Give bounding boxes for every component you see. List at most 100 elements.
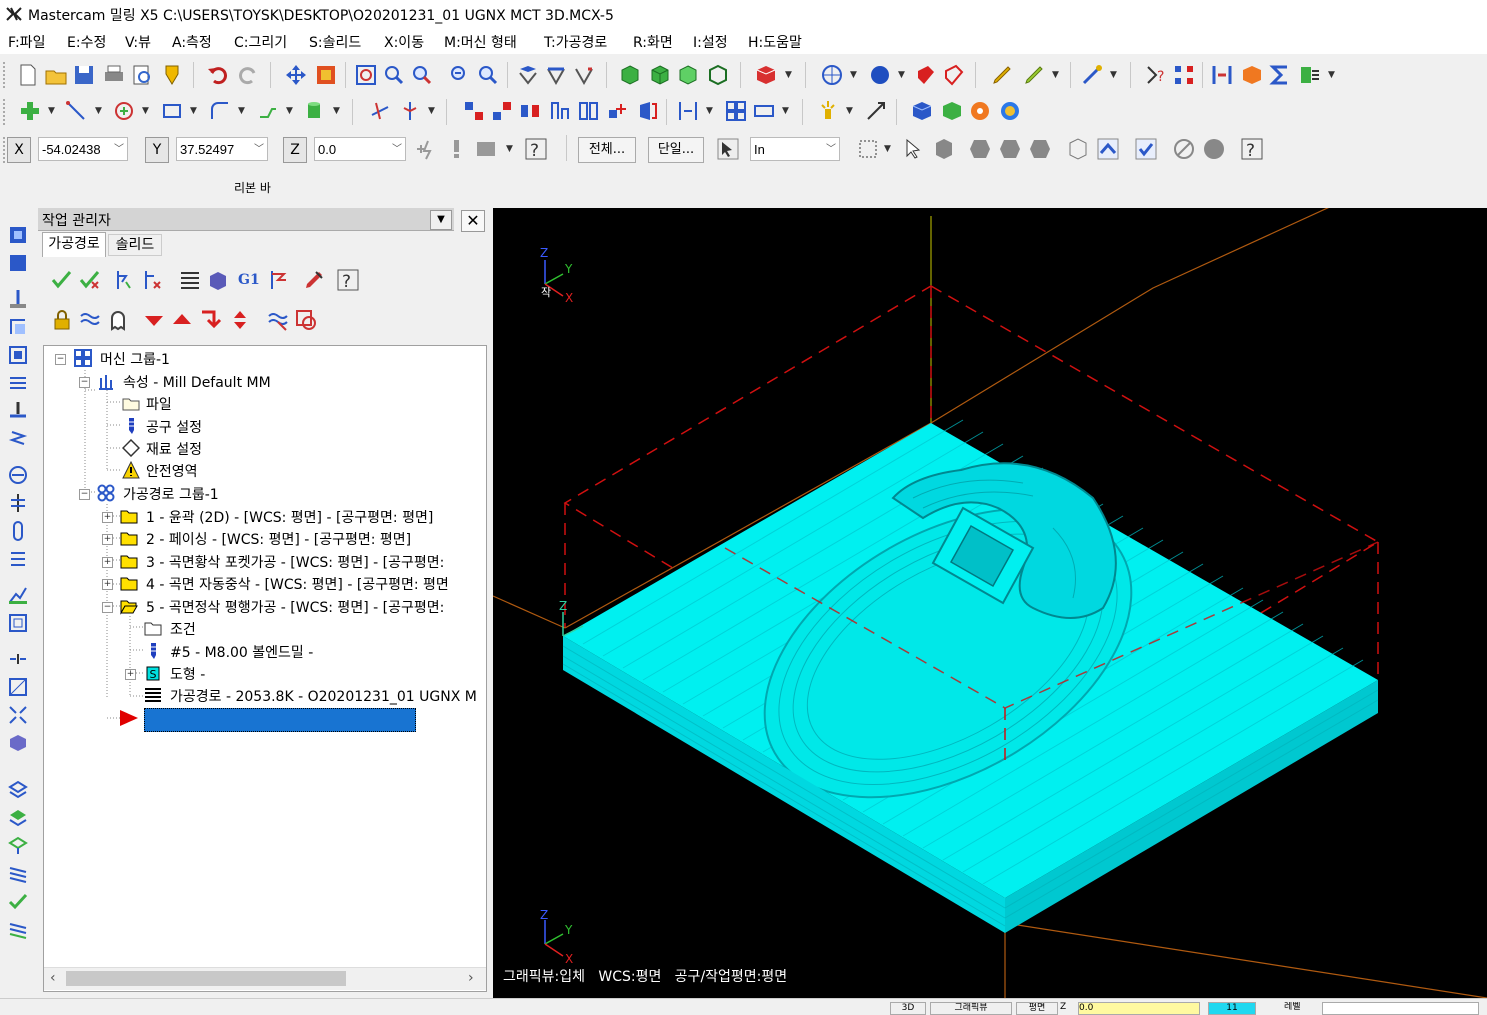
menu-toolpaths[interactable]: T:가공경로 xyxy=(544,32,607,52)
circle-icon[interactable] xyxy=(112,99,136,123)
chevron-down-icon[interactable]: ▼ xyxy=(333,99,341,123)
view-front-icon[interactable] xyxy=(544,63,568,87)
collapse-toggle[interactable]: − xyxy=(79,489,90,500)
select-dirty-ops-icon[interactable] xyxy=(78,268,102,292)
rectangle-icon[interactable] xyxy=(160,99,184,123)
tree-properties[interactable]: 속성 - Mill Default MM xyxy=(123,372,271,392)
status-plane[interactable]: 평면 xyxy=(1016,1002,1058,1015)
move-up-icon[interactable] xyxy=(170,308,194,332)
repaint-icon[interactable] xyxy=(314,63,338,87)
select-single-button[interactable]: 단일... xyxy=(648,137,704,163)
select-arrow-icon[interactable] xyxy=(902,137,926,161)
print-icon[interactable] xyxy=(102,63,126,87)
zoom-window-icon[interactable] xyxy=(382,63,406,87)
chevron-down-icon[interactable]: ﹀ xyxy=(392,138,402,162)
zoom-prev-icon[interactable] xyxy=(476,63,500,87)
chevron-down-icon[interactable]: ▼ xyxy=(850,63,858,87)
offset-icon[interactable] xyxy=(576,99,600,123)
exclaim-icon[interactable] xyxy=(444,137,468,161)
unit-select[interactable]: In ﹀ xyxy=(750,137,840,161)
pencil-icon[interactable] xyxy=(990,63,1014,87)
chevron-down-icon[interactable]: ▼ xyxy=(898,63,906,87)
menu-settings[interactable]: I:설정 xyxy=(693,32,728,52)
scroll-thumb[interactable] xyxy=(66,971,346,986)
insert-arrow-icon[interactable] xyxy=(198,308,222,332)
fillet-icon[interactable] xyxy=(208,99,232,123)
close-icon[interactable]: ✕ xyxy=(461,210,485,232)
insert-point-arrow-icon[interactable] xyxy=(118,708,140,728)
print-preview-icon[interactable] xyxy=(130,63,154,87)
menu-help[interactable]: H:도움말 xyxy=(748,32,802,52)
drill-icon[interactable] xyxy=(7,288,29,310)
menu-solids[interactable]: S:솔리드 xyxy=(309,32,361,52)
wand-icon[interactable] xyxy=(1080,63,1104,87)
select-all-button[interactable]: 전체... xyxy=(578,137,636,163)
chevron-down-icon[interactable]: ▼ xyxy=(95,99,103,123)
tree-op-1[interactable]: 1 - 윤곽 (2D) - [WCS: 평면] - [공구평면: 평면] xyxy=(146,507,433,527)
x-coord-input[interactable]: -54.02438 ﹀ xyxy=(38,137,128,161)
scale-icon[interactable] xyxy=(548,99,572,123)
select-filter-icon[interactable] xyxy=(474,137,498,161)
globe-icon[interactable] xyxy=(820,63,844,87)
surface-project-icon[interactable] xyxy=(7,834,29,856)
tree-stock-setup[interactable]: 재료 설정 xyxy=(146,439,202,459)
lock-icon[interactable] xyxy=(50,308,74,332)
blue-arrow-icon[interactable] xyxy=(1096,137,1120,161)
stretch-icon[interactable] xyxy=(676,99,700,123)
solid-red-icon[interactable] xyxy=(914,63,938,87)
open-file-icon[interactable] xyxy=(44,63,68,87)
toggle-display-icon[interactable] xyxy=(78,308,102,332)
collapse-toggle[interactable]: − xyxy=(79,377,90,388)
menu-screen[interactable]: R:화면 xyxy=(633,32,673,52)
line-icon[interactable] xyxy=(64,99,88,123)
tab-toolpaths[interactable]: 가공경로 xyxy=(42,232,106,257)
regen-dirty-icon[interactable] xyxy=(140,268,164,292)
stock-select-icon[interactable] xyxy=(294,308,318,332)
status-z-input[interactable]: 0.0 xyxy=(1078,1002,1200,1015)
wrap-icon[interactable] xyxy=(752,99,776,123)
slot-mill-icon[interactable] xyxy=(7,520,29,542)
contour-icon[interactable] xyxy=(7,316,29,338)
y-coord-label[interactable]: Y xyxy=(145,137,169,163)
fast-point-icon[interactable] xyxy=(414,137,438,161)
chevron-down-icon[interactable]: ▼ xyxy=(1328,63,1336,87)
chamfer-icon[interactable] xyxy=(256,99,280,123)
menu-xform[interactable]: X:이동 xyxy=(384,32,424,52)
undo-icon[interactable] xyxy=(206,63,230,87)
save-icon[interactable] xyxy=(72,63,96,87)
view-right-icon[interactable] xyxy=(572,63,596,87)
chevron-down-icon[interactable]: ﹀ xyxy=(254,138,264,162)
chevron-down-icon[interactable]: ▼ xyxy=(190,99,198,123)
gray-hex3-icon[interactable] xyxy=(1028,137,1052,161)
cube-wire-icon[interactable] xyxy=(618,63,642,87)
chevron-down-icon[interactable]: ﹀ xyxy=(114,138,124,162)
surface-radial-icon[interactable] xyxy=(7,806,29,828)
tree-tool[interactable]: #5 - M8.00 볼엔드밀 - xyxy=(170,642,313,662)
surface-parallel-icon[interactable] xyxy=(7,778,29,800)
toolbar-grip[interactable] xyxy=(3,99,9,125)
expand-toggle[interactable]: + xyxy=(102,534,113,545)
clear-icon[interactable] xyxy=(1172,137,1196,161)
select-all-ops-icon[interactable] xyxy=(50,268,74,292)
verify-icon[interactable] xyxy=(206,268,230,292)
tree-op-3[interactable]: 3 - 곡면황삭 포켓가공 - [WCS: 평면] - [공구평면: xyxy=(146,552,444,572)
expand-toggle[interactable]: + xyxy=(102,557,113,568)
menu-create[interactable]: C:그리기 xyxy=(234,32,287,52)
tree-op-4[interactable]: 4 - 곡면 자동중삭 - [WCS: 평면] - [공구평면: 평면 xyxy=(146,574,449,594)
wireframe-icon[interactable] xyxy=(7,648,29,670)
z-coord-label[interactable]: Z xyxy=(283,137,307,163)
tree-tool-settings[interactable]: 공구 설정 xyxy=(146,417,202,437)
toolbar-grip[interactable] xyxy=(3,62,9,88)
facing-icon[interactable] xyxy=(7,372,29,394)
zoom-out-icon[interactable] xyxy=(448,63,472,87)
chevron-down-icon[interactable]: ▼ xyxy=(48,99,56,123)
chevron-down-icon[interactable]: ▼ xyxy=(782,99,790,123)
slot-icon[interactable] xyxy=(7,400,29,422)
pocket-icon[interactable] xyxy=(7,344,29,366)
menu-view[interactable]: V:뷰 xyxy=(125,32,151,52)
tree-safety-zone[interactable]: 안전영역 xyxy=(146,461,198,481)
point-plus-icon[interactable] xyxy=(18,99,42,123)
op-help-icon[interactable]: ? xyxy=(336,268,360,292)
solid-revolve-icon[interactable] xyxy=(7,252,29,274)
chevron-down-icon[interactable]: ﹀ xyxy=(826,138,836,162)
